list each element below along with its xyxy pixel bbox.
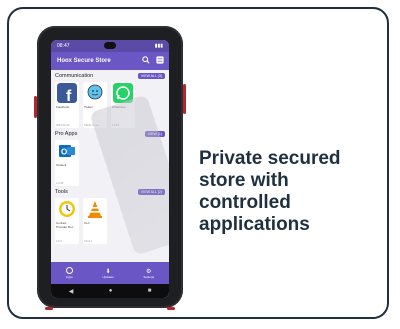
app-title: Hoox Secure Store (57, 58, 111, 64)
download-icon: ⬇ (105, 268, 111, 275)
camera-hole (104, 42, 116, 49)
system-navigation-bar: ◀ ● ■ (51, 284, 169, 298)
feature-caption: Private secured store with controlled ap… (199, 148, 379, 236)
waze-icon (85, 83, 105, 103)
caption-line: Private secured (199, 148, 341, 169)
app-tile-outlook[interactable]: O Outlook 4.0.08 (55, 140, 79, 186)
app-tile-facebook[interactable]: f Facebook 2023-10-19 (55, 82, 79, 128)
battery-icon: ▮▮▮ (154, 43, 163, 49)
status-time: 08:47 (57, 43, 70, 49)
grid-icon[interactable] (156, 56, 164, 64)
vlc-cone-icon (85, 199, 105, 219)
recents-icon[interactable]: ■ (148, 288, 152, 294)
section-title: Communication (55, 73, 94, 79)
view-all-button[interactable]: VIEW ALL (3) (137, 73, 165, 79)
app-bar: Hoox Secure Store (51, 52, 169, 70)
back-icon[interactable]: ◀ (69, 288, 74, 295)
app-tile-vlc[interactable]: VLC 3.6.0-7 (83, 198, 107, 244)
search-icon[interactable] (142, 56, 150, 64)
nav-updates[interactable]: ⬇ Updates (102, 268, 113, 279)
home-icon[interactable]: ● (109, 288, 113, 294)
section-title: Tools (55, 189, 68, 195)
svg-text:f: f (66, 88, 72, 103)
caption-line: applications (199, 214, 310, 235)
nav-apps[interactable]: Apps (65, 267, 73, 279)
facebook-icon: f (57, 83, 77, 103)
caption-line: store with (199, 170, 289, 191)
svg-text:O: O (61, 148, 67, 157)
section-header-communication: Communication VIEW ALL (3) (51, 70, 169, 82)
settings-icon: ⚙ (146, 268, 152, 275)
app-tile-contact-provider[interactable]: Contact Provider Ret... 2.0.9 (55, 198, 79, 244)
phone-screen: 08:47 ▮▮▮ Hoox Secure Store Communicatio… (51, 40, 169, 298)
apps-icon (65, 267, 73, 274)
phone-bottom-accent-right (167, 307, 175, 310)
phone-side-button-left (34, 96, 37, 118)
phone-side-button-right (183, 84, 186, 114)
phone-bottom-accent-left (45, 307, 53, 310)
clock-icon (57, 199, 77, 219)
nav-settings[interactable]: ⚙ Settings (143, 268, 154, 279)
outlook-icon: O (57, 141, 77, 161)
section-title: Pro Apps (55, 131, 78, 137)
bottom-navigation: Apps ⬇ Updates ⚙ Settings (51, 262, 169, 284)
phone-device: 08:47 ▮▮▮ Hoox Secure Store Communicatio… (34, 26, 186, 310)
caption-line: controlled (199, 192, 291, 213)
